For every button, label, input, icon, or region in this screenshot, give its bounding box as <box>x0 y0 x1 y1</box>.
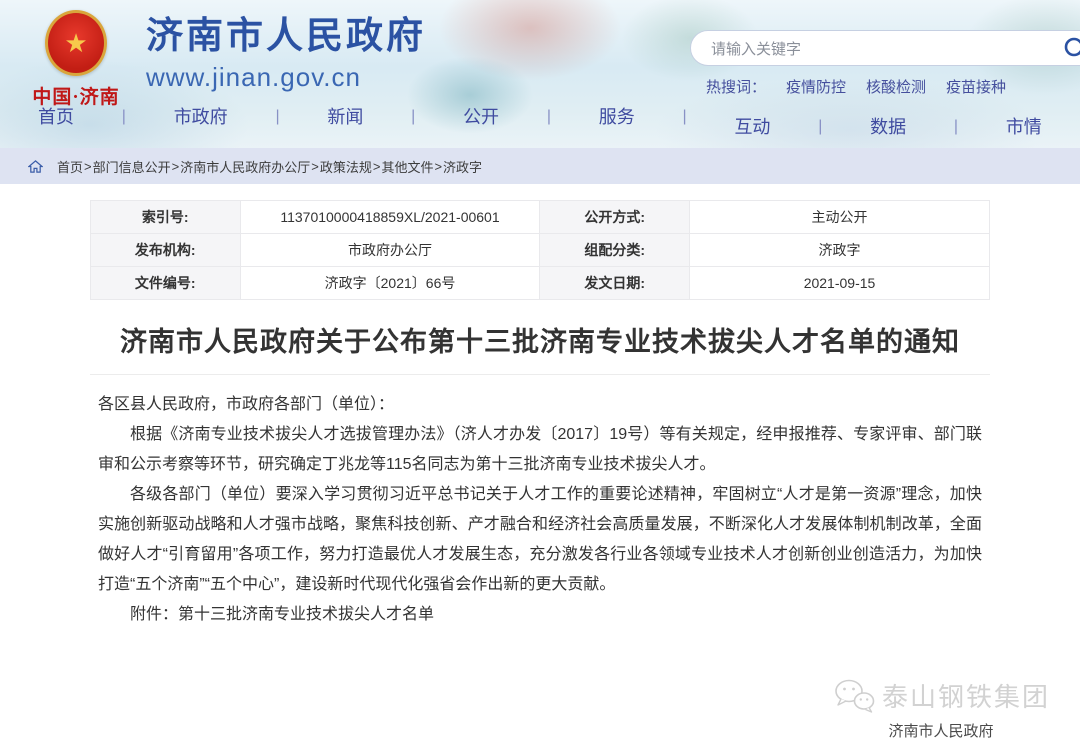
breadcrumb-item-office[interactable]: 济南市人民政府办公厅 <box>180 157 310 176</box>
document-page: 索引号: 1137010000418859XL/2021-00601 公开方式:… <box>0 184 1080 630</box>
site-logo-link[interactable]: ★ 中国·济南 济南市人民政府 www.jinan.gov.cn <box>26 6 426 109</box>
search-input[interactable] <box>709 32 1073 66</box>
nav-divider: | <box>122 109 126 125</box>
paragraph-body: 各级各部门（单位）要深入学习贯彻习近平总书记关于人才工作的重要论述精神，牢固树立… <box>98 480 982 600</box>
meta-value-issuing-agency: 市政府办公厅 <box>240 234 540 267</box>
site-name: 济南市人民政府 <box>146 16 426 57</box>
nav-item-openness[interactable]: 公开 <box>463 108 499 126</box>
page-title: 济南市人民政府关于公布第十三批济南专业技术拔尖人才名单的通知 <box>90 320 990 375</box>
nav-divider: | <box>818 119 822 135</box>
footer-site-name: 济南市人民政府 <box>832 720 1050 741</box>
nav-divider: | <box>683 109 687 125</box>
site-header: ★ 中国·济南 济南市人民政府 www.jinan.gov.cn 热搜词： 疫情… <box>0 0 1080 148</box>
breadcrumb-separator: > <box>84 159 92 174</box>
document-body: 各区县人民政府，市政府各部门（单位）： 根据《济南专业技术拔尖人才选拔管理办法》… <box>90 390 990 630</box>
nav-item-interaction[interactable]: 互动 <box>734 118 770 136</box>
hot-search-label: 热搜词： <box>706 76 766 97</box>
hot-search-bar: 热搜词： 疫情防控 核酸检测 疫苗接种 <box>690 76 1080 97</box>
watermark: 泰山钢铁集团 <box>832 677 1050 714</box>
nav-divider: | <box>275 109 279 125</box>
meta-value-index-number: 1137010000418859XL/2021-00601 <box>240 201 540 234</box>
breadcrumb-item-home[interactable]: 首页 <box>57 157 83 176</box>
table-row: 发布机构: 市政府办公厅 组配分类: 济政字 <box>91 234 990 267</box>
nav-divider: | <box>547 109 551 125</box>
nav-divider: | <box>411 109 415 125</box>
search-icon[interactable] <box>1063 36 1080 62</box>
nav-item-services[interactable]: 服务 <box>599 108 635 126</box>
attachment-link[interactable]: 附件：第十三批济南专业技术拔尖人才名单 <box>98 600 982 630</box>
table-row: 索引号: 1137010000418859XL/2021-00601 公开方式:… <box>91 201 990 234</box>
watermark-text: 泰山钢铁集团 <box>882 677 1050 714</box>
meta-value-issue-date: 2021-09-15 <box>690 267 990 300</box>
breadcrumb-separator: > <box>373 159 381 174</box>
nav-item-data[interactable]: 数据 <box>870 118 906 136</box>
breadcrumb-separator: > <box>434 159 442 174</box>
meta-label: 组配分类: <box>540 234 690 267</box>
chat-bubbles-icon <box>832 678 876 714</box>
breadcrumb: 首页 > 部门信息公开 > 济南市人民政府办公厅 > 政策法规 > 其他文件 >… <box>0 148 1080 184</box>
hot-search-item[interactable]: 疫苗接种 <box>946 76 1006 97</box>
meta-label: 发文日期: <box>540 267 690 300</box>
breadcrumb-separator: > <box>172 159 180 174</box>
meta-value-publicity-type: 主动公开 <box>690 201 990 234</box>
paragraph-body: 根据《济南专业技术拔尖人才选拔管理办法》（济人才办发〔2017〕19号）等有关规… <box>98 420 982 480</box>
meta-label: 索引号: <box>91 201 241 234</box>
main-navigation: 首页 | 市政府 | 新闻 | 公开 | 服务 | 互动 | 数据 | 市情 <box>0 102 1080 152</box>
breadcrumb-separator: > <box>311 159 319 174</box>
nav-item-government[interactable]: 市政府 <box>174 108 228 126</box>
footer: 泰山钢铁集团 济南市人民政府 <box>832 677 1050 741</box>
national-emblem-logo: ★ <box>45 10 107 76</box>
document-meta-table: 索引号: 1137010000418859XL/2021-00601 公开方式:… <box>90 200 990 300</box>
nav-item-city-info[interactable]: 市情 <box>1006 118 1042 136</box>
breadcrumb-item-dept-info[interactable]: 部门信息公开 <box>93 157 171 176</box>
site-url: www.jinan.gov.cn <box>146 62 426 93</box>
hot-search-item[interactable]: 疫情防控 <box>786 76 846 97</box>
meta-label: 发布机构: <box>91 234 241 267</box>
meta-label: 公开方式: <box>540 201 690 234</box>
nav-item-news[interactable]: 新闻 <box>327 108 363 126</box>
hot-search-item[interactable]: 核酸检测 <box>866 76 926 97</box>
home-icon[interactable] <box>28 159 43 174</box>
table-row: 文件编号: 济政字〔2021〕66号 发文日期: 2021-09-15 <box>91 267 990 300</box>
breadcrumb-item-policy[interactable]: 政策法规 <box>320 157 372 176</box>
paragraph-salutation: 各区县人民政府，市政府各部门（单位）： <box>98 390 982 420</box>
meta-label: 文件编号: <box>91 267 241 300</box>
breadcrumb-item-current: 济政字 <box>443 157 482 176</box>
nav-item-home[interactable]: 首页 <box>38 108 74 126</box>
search-box[interactable] <box>690 30 1080 66</box>
meta-value-category: 济政字 <box>690 234 990 267</box>
meta-value-document-number: 济政字〔2021〕66号 <box>240 267 540 300</box>
breadcrumb-item-other-docs[interactable]: 其他文件 <box>381 157 433 176</box>
nav-divider: | <box>954 119 958 135</box>
